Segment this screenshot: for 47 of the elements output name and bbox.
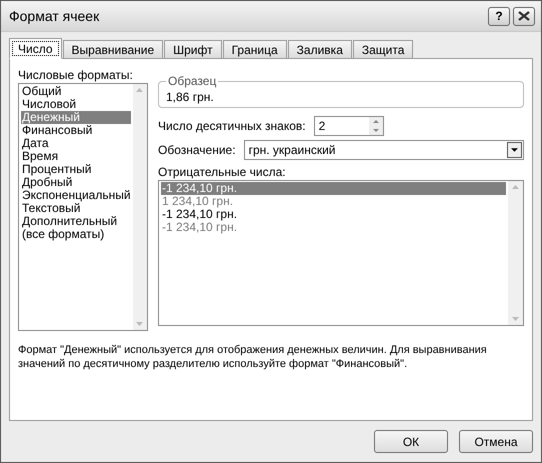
decimals-label: Число десятичных знаков:: [158, 118, 306, 134]
scroll-up-icon[interactable]: [136, 88, 144, 92]
scrollbar[interactable]: [508, 181, 523, 325]
scrollbar[interactable]: [132, 84, 147, 330]
tab[interactable]: Число: [9, 38, 62, 59]
list-item[interactable]: Денежный: [21, 111, 131, 124]
tab[interactable]: Граница: [222, 40, 287, 59]
scroll-down-icon[interactable]: [512, 317, 519, 321]
tab[interactable]: Выравнивание: [62, 40, 164, 59]
spin-down-icon[interactable]: [368, 126, 383, 135]
sample-value: 1,86 грн.: [166, 90, 214, 104]
close-button[interactable]: [513, 6, 535, 26]
help-button[interactable]: ?: [488, 6, 510, 26]
list-item[interactable]: Общий: [21, 85, 131, 98]
list-item[interactable]: -1 234,10 грн.: [161, 208, 506, 221]
window-title: Формат ячеек: [9, 8, 100, 24]
scroll-down-icon[interactable]: [136, 322, 144, 326]
list-item[interactable]: Текстовый: [21, 202, 131, 215]
decimals-value: 2: [318, 119, 326, 133]
list-item[interactable]: Дата: [21, 137, 131, 150]
cancel-button[interactable]: Отмена: [459, 430, 533, 453]
symbol-label: Обозначение:: [158, 142, 236, 158]
close-icon: [518, 11, 530, 21]
list-item[interactable]: Процентный: [21, 163, 131, 176]
list-item[interactable]: Дробный: [21, 176, 131, 189]
symbol-dropdown[interactable]: грн. украинский: [244, 140, 524, 160]
list-item[interactable]: -1 234,10 грн.: [161, 221, 506, 234]
list-item[interactable]: Экспоненциальный: [21, 189, 131, 202]
ok-button[interactable]: ОК: [374, 430, 448, 453]
list-item[interactable]: Дополнительный: [21, 215, 131, 228]
tab[interactable]: Шрифт: [164, 40, 222, 59]
negative-label: Отрицательные числа:: [158, 164, 287, 180]
spin-up-icon[interactable]: [368, 117, 383, 126]
list-item[interactable]: Числовой: [21, 98, 131, 111]
scroll-up-icon[interactable]: [512, 185, 519, 189]
tab[interactable]: Защита: [352, 40, 414, 59]
list-item[interactable]: Финансовый: [21, 124, 131, 137]
decimals-spinner[interactable]: 2: [314, 116, 384, 136]
list-item[interactable]: 1 234,10 грн.: [161, 195, 506, 208]
format-description: Формат "Денежный" используется для отображения денежных величин. Для выравнивания значений по десятичному разделителю используйте формат "Финансовый".: [18, 343, 488, 371]
list-item[interactable]: (все форматы): [21, 228, 131, 241]
sample-label: Образец: [167, 74, 218, 88]
formats-label: Числовые форматы:: [18, 67, 134, 83]
tab[interactable]: Заливка: [288, 40, 352, 59]
list-item[interactable]: Время: [21, 150, 131, 163]
symbol-value: грн. украинский: [248, 143, 336, 157]
list-item[interactable]: -1 234,10 грн.: [161, 182, 506, 195]
